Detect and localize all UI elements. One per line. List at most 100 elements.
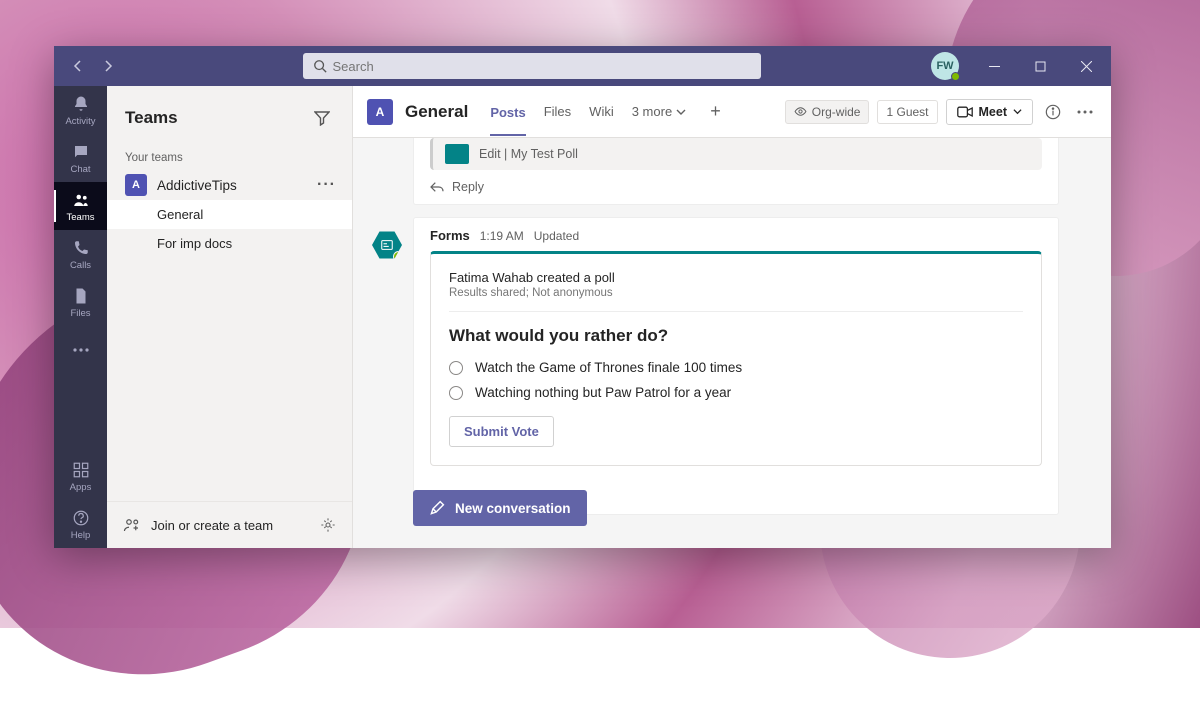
eye-icon — [794, 105, 807, 118]
compose-icon — [429, 500, 445, 516]
poll-visibility: Results shared; Not anonymous — [449, 287, 1023, 299]
channel-avatar: A — [367, 99, 393, 125]
phone-icon — [71, 238, 91, 258]
rail-label: Help — [71, 530, 91, 541]
join-create-team-button[interactable]: Join or create a team — [123, 516, 273, 534]
close-button[interactable] — [1065, 46, 1107, 86]
ellipsis-icon — [71, 340, 91, 360]
meet-button[interactable]: Meet — [946, 99, 1033, 125]
previous-poll-text: Edit | My Test Poll — [479, 147, 578, 161]
chevron-down-icon — [676, 107, 686, 117]
nav-forward-button[interactable] — [94, 52, 122, 80]
guest-label: 1 Guest — [886, 105, 928, 119]
rail-files[interactable]: Files — [54, 278, 107, 326]
channel-general[interactable]: General — [107, 200, 352, 229]
ellipsis-icon — [1077, 110, 1093, 114]
maximize-button[interactable] — [1019, 46, 1061, 86]
filter-icon — [314, 110, 330, 126]
team-more-button[interactable]: ··· — [313, 176, 340, 194]
avatar-initials: FW — [936, 60, 953, 72]
teams-window: FW Activity Chat — [54, 46, 1111, 548]
guest-badge: 1 Guest — [877, 100, 937, 124]
poll-option-0[interactable]: Watch the Game of Thrones finale 100 tim… — [449, 360, 1023, 375]
rail-activity[interactable]: Activity — [54, 86, 107, 134]
titlebar: FW — [54, 46, 1111, 86]
rail-chat[interactable]: Chat — [54, 134, 107, 182]
info-icon — [1045, 104, 1061, 120]
rail-label: Apps — [70, 482, 92, 493]
rail-label: Files — [70, 308, 90, 319]
reply-icon — [430, 181, 444, 193]
rail-apps[interactable]: Apps — [54, 452, 107, 500]
rail-teams[interactable]: Teams — [54, 182, 107, 230]
poll-option-label: Watching nothing but Paw Patrol for a ye… — [475, 385, 731, 400]
rail-label: Activity — [65, 116, 95, 127]
app-rail: Activity Chat Teams Calls Files — [54, 86, 107, 548]
help-icon — [71, 508, 91, 528]
sidebar-title: Teams — [125, 108, 178, 128]
rail-calls[interactable]: Calls — [54, 230, 107, 278]
previous-thread: Edit | My Test Poll Reply — [413, 138, 1059, 205]
message-sender: Forms — [430, 228, 470, 243]
channel-name: General — [405, 102, 468, 122]
search-box[interactable] — [303, 53, 761, 79]
info-button[interactable] — [1041, 100, 1065, 124]
minimize-button[interactable] — [973, 46, 1015, 86]
poll-created-by: Fatima Wahab created a poll — [449, 270, 1023, 285]
bell-icon — [71, 94, 91, 114]
apps-icon — [71, 460, 91, 480]
forms-hex-icon — [372, 230, 402, 260]
poll-thread: Forms 1:19 AM Updated Fatima Wahab creat… — [413, 217, 1059, 515]
tab-wiki[interactable]: Wiki — [589, 102, 614, 121]
filter-button[interactable] — [308, 104, 336, 132]
team-avatar: A — [125, 174, 147, 196]
add-tab-button[interactable]: + — [704, 101, 727, 122]
channel-imp-docs[interactable]: For imp docs — [107, 229, 352, 258]
teams-sidebar: Teams Your teams A AddictiveTips ··· Gen… — [107, 86, 353, 548]
search-icon — [313, 59, 327, 73]
nav-back-button[interactable] — [64, 52, 92, 80]
forms-app-avatar — [372, 230, 402, 260]
rail-label: Teams — [67, 212, 95, 223]
user-avatar[interactable]: FW — [931, 52, 959, 80]
previous-poll-card[interactable]: Edit | My Test Poll — [430, 138, 1042, 170]
reply-button[interactable]: Reply — [414, 170, 1058, 204]
search-input[interactable] — [333, 59, 751, 74]
rail-label: Calls — [70, 260, 91, 271]
add-team-icon — [123, 516, 141, 534]
settings-button[interactable] — [320, 517, 336, 533]
rail-more[interactable] — [54, 326, 107, 374]
rail-label: Chat — [70, 164, 90, 175]
main-content: A General Posts Files Wiki 3 more + Org-… — [353, 86, 1111, 548]
tab-files[interactable]: Files — [544, 102, 571, 121]
team-name: AddictiveTips — [157, 178, 303, 193]
org-wide-badge: Org-wide — [785, 100, 870, 124]
message-status: Updated — [534, 229, 579, 243]
your-teams-label: Your teams — [107, 144, 352, 170]
forms-badge-icon — [445, 144, 469, 164]
meet-label: Meet — [979, 105, 1007, 119]
video-icon — [957, 106, 973, 118]
divider — [449, 311, 1023, 312]
reply-label: Reply — [452, 180, 484, 194]
teams-icon — [71, 190, 91, 210]
team-row[interactable]: A AddictiveTips ··· — [107, 170, 352, 200]
submit-vote-button[interactable]: Submit Vote — [449, 416, 554, 447]
poll-option-1[interactable]: Watching nothing but Paw Patrol for a ye… — [449, 385, 1023, 400]
more-options-button[interactable] — [1073, 106, 1097, 118]
org-wide-label: Org-wide — [812, 105, 861, 119]
tab-posts[interactable]: Posts — [490, 103, 525, 136]
new-conversation-button[interactable]: New conversation — [413, 490, 587, 526]
tab-more[interactable]: 3 more — [632, 104, 686, 119]
poll-card: Fatima Wahab created a poll Results shar… — [430, 251, 1042, 466]
poll-option-label: Watch the Game of Thrones finale 100 tim… — [475, 360, 742, 375]
rail-help[interactable]: Help — [54, 500, 107, 548]
join-create-label: Join or create a team — [151, 518, 273, 533]
radio-icon — [449, 361, 463, 375]
poll-question: What would you rather do? — [449, 326, 1023, 346]
message-time: 1:19 AM — [480, 229, 524, 243]
presence-available-icon — [951, 72, 960, 81]
chat-icon — [71, 142, 91, 162]
chevron-down-icon — [1013, 107, 1022, 116]
file-icon — [71, 286, 91, 306]
